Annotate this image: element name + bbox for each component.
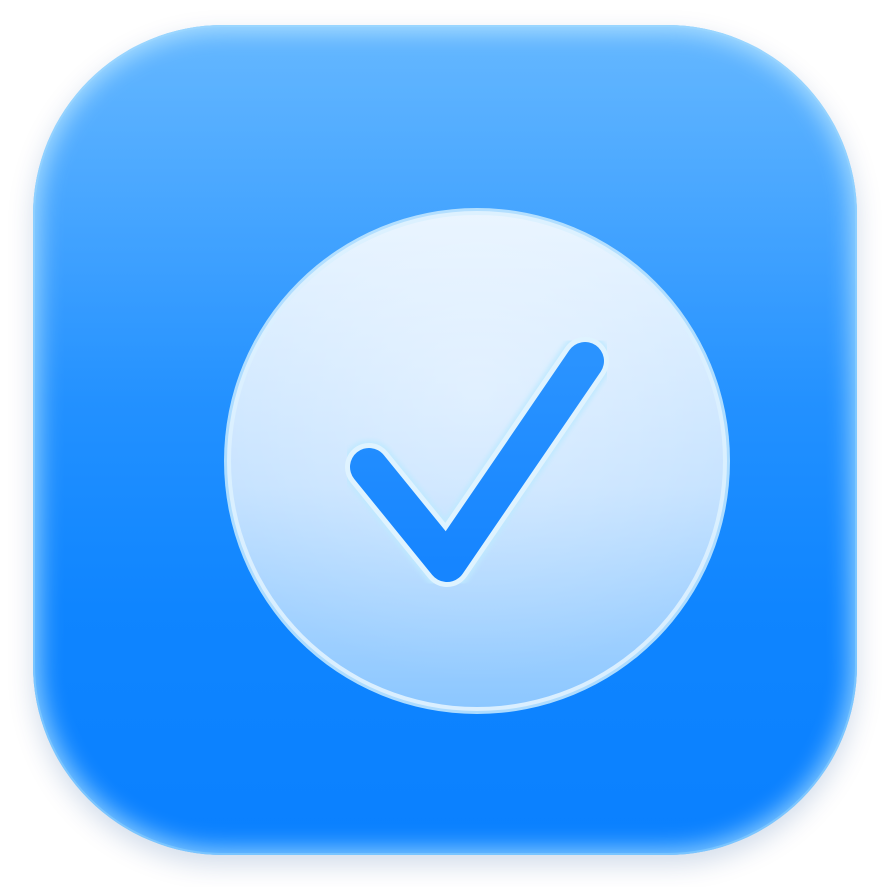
checkmark-app-icon[interactable]: [33, 25, 857, 855]
check-circle-graphic: [224, 208, 730, 714]
check-circle-icon: [221, 205, 733, 717]
disc-glow: [231, 215, 723, 707]
icon-canvas: [0, 0, 887, 887]
